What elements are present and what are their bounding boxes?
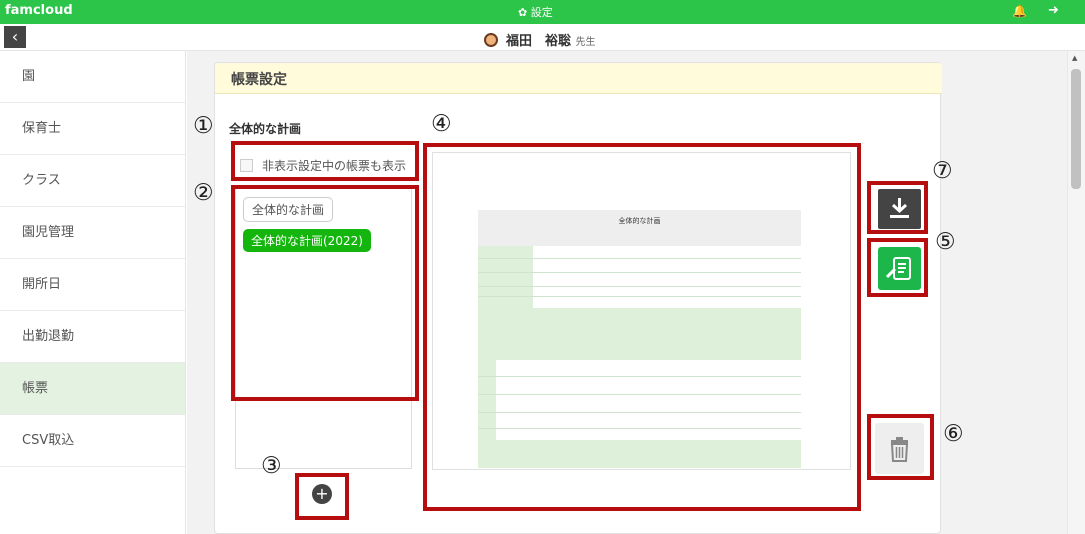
sidebar-item-csv-import[interactable]: CSV取込 <box>0 415 185 467</box>
annotation-box-7 <box>867 181 928 234</box>
section-title: 全体的な計画 <box>229 122 302 136</box>
annotation-box-4 <box>423 143 861 511</box>
card-header: 帳票設定 <box>215 63 942 94</box>
annotation-number-2: ② <box>193 180 214 206</box>
user-suffix: 先生 <box>575 37 596 48</box>
user-info: 福田 裕聡 先生 <box>484 30 596 49</box>
avatar <box>484 33 498 47</box>
sidebar-item-teachers[interactable]: 保育士 <box>0 103 185 155</box>
annotation-box-1 <box>231 141 419 181</box>
scroll-up-icon[interactable]: ▲ <box>1072 54 1077 62</box>
bell-icon[interactable]: 🔔 <box>1012 4 1027 18</box>
user-bar: ‹ 福田 裕聡 先生 <box>0 24 1085 51</box>
sidebar-item-kindergarten[interactable]: 園 <box>0 51 185 103</box>
gear-icon: ✿ <box>518 6 528 19</box>
settings-title: 設定 <box>530 6 553 19</box>
top-bar: famcloud ✿ 設定 🔔 ➜ <box>0 0 1085 24</box>
annotation-box-3 <box>295 473 349 520</box>
page-title: ✿ 設定 <box>518 4 553 20</box>
sidebar-item-forms[interactable]: 帳票 <box>0 363 185 415</box>
sidebar-item-children[interactable]: 園児管理 <box>0 207 185 259</box>
annotation-box-5 <box>867 238 928 297</box>
sidebar-item-attendance[interactable]: 出勤退勤 <box>0 311 185 363</box>
annotation-box-2 <box>231 185 419 401</box>
sidebar: 園 保育士 クラス 園児管理 開所日 出勤退勤 帳票 CSV取込 <box>0 51 186 534</box>
app-logo: famcloud <box>5 3 73 18</box>
annotation-number-3: ③ <box>261 453 282 479</box>
annotation-number-7: ⑦ <box>932 158 953 184</box>
scrollbar-thumb[interactable] <box>1071 69 1081 189</box>
annotation-box-6 <box>867 414 934 480</box>
logout-icon[interactable]: ➜ <box>1048 3 1059 18</box>
page-scrollbar[interactable]: ▲ <box>1067 51 1085 534</box>
sidebar-item-opening-days[interactable]: 開所日 <box>0 259 185 311</box>
annotation-number-4: ④ <box>431 111 452 137</box>
annotation-number-6: ⑥ <box>943 421 964 447</box>
back-button[interactable]: ‹ <box>4 26 26 48</box>
annotation-number-5: ⑤ <box>935 229 956 255</box>
chevron-left-icon: ‹ <box>11 27 19 46</box>
sidebar-item-classes[interactable]: クラス <box>0 155 185 207</box>
annotation-number-1: ① <box>193 113 214 139</box>
user-name: 福田 裕聡 <box>506 34 572 49</box>
